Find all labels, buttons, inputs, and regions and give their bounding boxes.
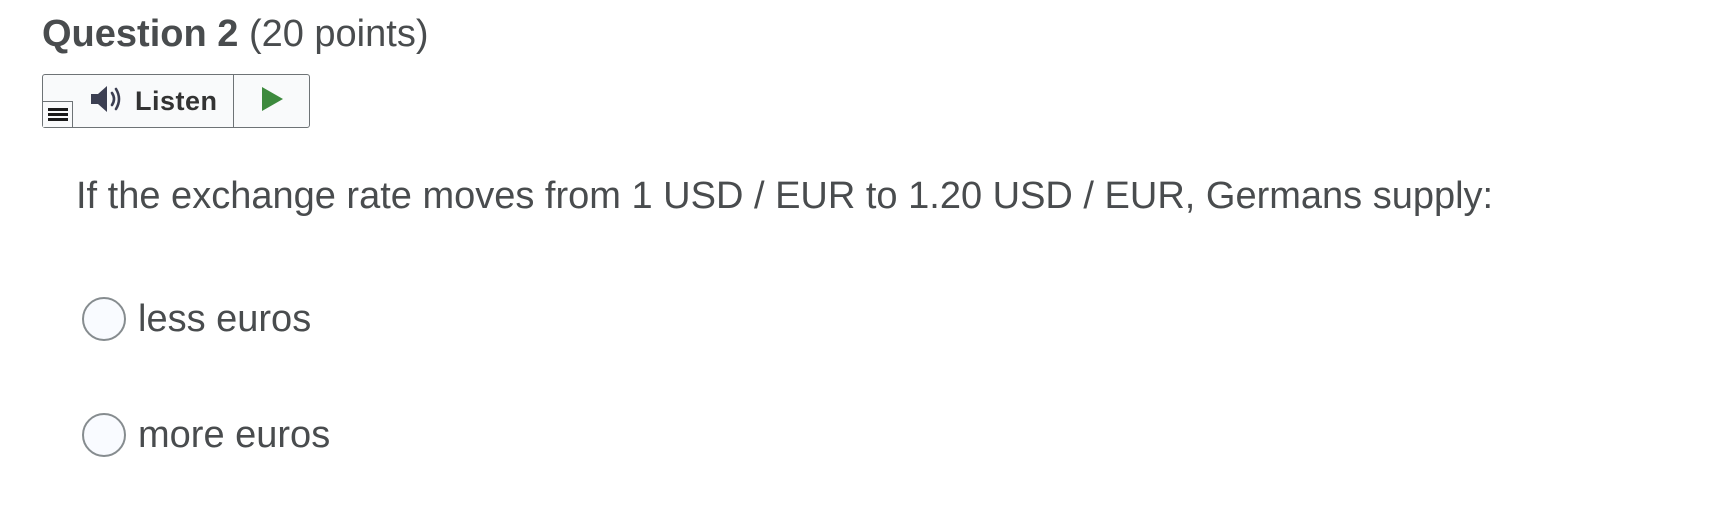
- radio-button[interactable]: [82, 297, 126, 341]
- answer-option[interactable]: less euros: [82, 295, 311, 343]
- answer-option[interactable]: more euros: [82, 411, 330, 459]
- question-text: If the exchange rate moves from 1 USD / …: [76, 175, 1494, 217]
- menu-icon[interactable]: [43, 101, 73, 127]
- question-header: Question 2 (20 points): [42, 10, 428, 58]
- play-button[interactable]: [234, 75, 309, 127]
- radio-button[interactable]: [82, 413, 126, 457]
- play-icon: [259, 85, 285, 118]
- answer-option-label[interactable]: more euros: [138, 411, 330, 459]
- listen-label: Listen: [135, 85, 218, 116]
- listen-widget[interactable]: Listen: [42, 74, 310, 128]
- speaker-icon: [89, 84, 125, 119]
- answer-option-label[interactable]: less euros: [138, 295, 311, 343]
- question-points: (20 points): [248, 13, 429, 55]
- question-title: Question 2: [42, 13, 239, 55]
